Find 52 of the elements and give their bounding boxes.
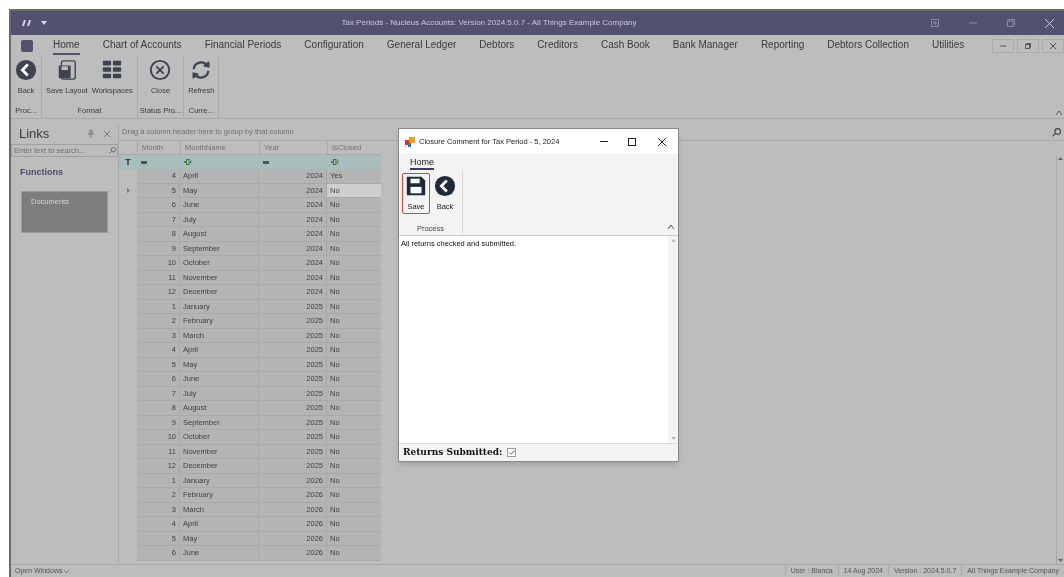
filter-icon[interactable]: [125, 159, 131, 165]
scroll-up-icon[interactable]: [1058, 157, 1063, 160]
menu-tab[interactable]: Cash Book: [600, 37, 650, 55]
equals-filter-icon[interactable]: [263, 160, 269, 164]
panel-title: Links: [19, 125, 51, 144]
close-icon: [1050, 43, 1056, 49]
minimize-icon: [1000, 45, 1006, 47]
pin-icon[interactable]: [88, 130, 94, 138]
text-filter-icon[interactable]: [184, 159, 192, 165]
menu-tab[interactable]: General Ledger: [386, 37, 457, 55]
section-heading: Functions: [19, 166, 64, 179]
search-icon[interactable]: [1052, 127, 1061, 137]
maximize-icon[interactable]: [628, 137, 636, 146]
menu-tab[interactable]: Debtors: [479, 37, 515, 55]
minimize-button[interactable]: [992, 39, 1014, 53]
dropdown-caret-icon[interactable]: [41, 21, 47, 25]
checkbox-label: Returns Submitted:: [403, 445, 503, 459]
menu-tab[interactable]: Chart of Accounts: [102, 37, 182, 55]
chevron-down-icon: [64, 569, 70, 573]
menu-tab[interactable]: Utilities: [931, 37, 965, 55]
window-title: Tax Periods - Nucleus Accounts: Version 2024.5.0.7 - All Things Example Company: [340, 17, 638, 29]
restore-icon: [1025, 43, 1031, 49]
text-filter-icon[interactable]: [331, 159, 339, 165]
close-circle-icon: [149, 59, 172, 81]
back-icon: [15, 59, 37, 81]
equals-filter-icon[interactable]: [141, 160, 147, 164]
save-icon: [405, 175, 427, 197]
back-icon: [434, 175, 456, 197]
menu-tab[interactable]: Debtors Collection: [827, 37, 909, 55]
collapse-caret-icon[interactable]: [668, 225, 674, 229]
restore-button[interactable]: [1017, 39, 1039, 53]
collapse-caret-icon[interactable]: [1056, 111, 1062, 115]
menu-tab[interactable]: Home: [53, 37, 80, 55]
checkbox[interactable]: [507, 448, 517, 457]
scroll-down-icon[interactable]: [1058, 559, 1063, 562]
app-logo-icon: [21, 19, 33, 27]
scrollbar[interactable]: [1056, 155, 1064, 564]
menu-tab[interactable]: Reporting: [760, 37, 805, 55]
close-icon[interactable]: [658, 137, 666, 146]
grid-icon: [101, 59, 124, 81]
menu-tab[interactable]: Creditors: [537, 37, 578, 55]
window-icon[interactable]: [931, 19, 939, 27]
ribbon-tab[interactable]: Home: [410, 157, 434, 170]
search-icon: [109, 147, 116, 154]
check-icon: [508, 450, 515, 455]
close-button[interactable]: [1042, 39, 1064, 53]
menu-tab[interactable]: Bank Manager: [672, 37, 738, 55]
app-logo-icon: [405, 136, 415, 147]
restore-icon[interactable]: [1007, 19, 1015, 27]
app-menu-icon[interactable]: [21, 40, 33, 52]
menu-tab[interactable]: Configuration: [304, 37, 364, 55]
menu-tab[interactable]: Financial Periods: [204, 37, 282, 55]
